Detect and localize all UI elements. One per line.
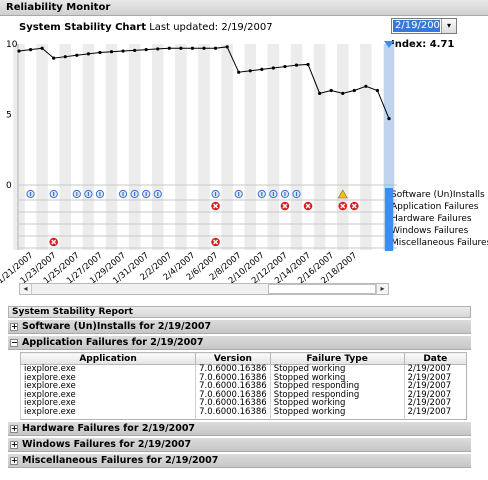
cell-application: iexplore.exe (19, 408, 196, 420)
data-point (341, 91, 345, 95)
chart-title: System Stability Chart (19, 22, 147, 33)
data-point (375, 88, 380, 93)
application-failures-table: Application Version Failure Type Date ie… (19, 352, 468, 420)
row-label: Windows Failures (391, 226, 469, 236)
data-point (52, 56, 56, 60)
data-point (260, 67, 264, 71)
data-point (352, 88, 356, 93)
data-point (283, 64, 287, 69)
section-misc[interactable]: + Miscellaneous Failures for 2/19/2007 (8, 453, 471, 468)
data-point (179, 46, 183, 50)
stability-report: System Stability Report + Software (Un)In… (8, 306, 471, 480)
section-software[interactable]: + Software (Un)Installs for 2/19/2007 (8, 320, 471, 334)
section-label: Software (Un)Installs for 2/19/2007 (22, 321, 212, 332)
data-point (306, 62, 310, 67)
data-point (40, 46, 44, 50)
data-point (213, 46, 218, 50)
expand-icon[interactable]: + (10, 456, 18, 465)
day-stripe (13, 44, 25, 250)
chart-scrollbar[interactable]: ◂ ▸ (19, 283, 389, 295)
row-label: Miscellaneous Failures (391, 238, 488, 248)
last-updated: Last updated: 2/19/2007 (149, 22, 273, 33)
section-windows[interactable]: + Windows Failures for 2/19/2007 (8, 437, 471, 452)
data-point (329, 88, 333, 93)
day-stripe (267, 44, 280, 250)
data-point (237, 70, 241, 74)
date-dropdown-value: 2/19/2007 (393, 20, 447, 32)
collapse-icon[interactable]: − (10, 339, 18, 347)
cell-version: 7.0.6000.16386 (195, 408, 271, 420)
data-point (190, 46, 195, 50)
report-title: System Stability Report (8, 306, 471, 318)
y-tick-label: 5 (6, 111, 12, 121)
data-point (318, 91, 322, 95)
data-point (144, 48, 148, 52)
day-stripe (313, 44, 326, 250)
scroll-right-icon[interactable]: ▸ (376, 284, 388, 294)
cell-date: 2/19/2007 (403, 408, 467, 420)
chart-heading: System Stability Chart Last updated: 2/1… (19, 22, 273, 33)
day-stripe (82, 44, 95, 250)
data-point (202, 46, 206, 50)
data-point (121, 49, 125, 53)
day-stripe (244, 44, 257, 250)
stability-chart[interactable]: 10 5 0 Software (Un)Installs Application Fai… (0, 34, 488, 286)
column-header[interactable]: Date (403, 352, 468, 365)
day-stripe (290, 44, 303, 250)
data-point (75, 53, 79, 57)
expand-icon[interactable]: + (10, 323, 18, 331)
window-title: Reliability Monitor (0, 0, 488, 16)
section-label: Application Failures for 2/19/2007 (22, 337, 204, 348)
data-point (271, 66, 275, 70)
row-label: Hardware Failures (391, 214, 472, 224)
day-stripe (151, 44, 164, 250)
y-tick-label: 0 (6, 181, 12, 191)
day-stripe (198, 44, 210, 250)
chevron-down-icon[interactable]: ▾ (441, 19, 456, 33)
data-point (167, 46, 171, 50)
day-stripe (105, 44, 118, 250)
day-stripe (336, 44, 349, 250)
data-point (133, 48, 137, 52)
data-point (248, 69, 252, 73)
row-label: Application Failures (391, 202, 479, 212)
data-point (364, 84, 368, 88)
table-row[interactable]: iexplore.exe 7.0.6000.16386 Stopped work… (19, 408, 467, 420)
section-label: Windows Failures for 2/19/2007 (22, 438, 192, 450)
column-header[interactable]: Application (19, 352, 197, 365)
column-header[interactable]: Failure Type (269, 352, 405, 365)
data-point (225, 45, 229, 49)
section-application[interactable]: − Application Failures for 2/19/2007 (8, 336, 471, 350)
day-stripe (221, 44, 233, 250)
expand-icon[interactable]: + (10, 440, 18, 449)
day-stripe (36, 44, 48, 250)
data-point (63, 55, 67, 59)
date-dropdown[interactable]: 2/19/2007 ▾ (391, 18, 457, 34)
data-point (98, 50, 102, 55)
scroll-left-icon[interactable]: ◂ (20, 284, 32, 294)
data-point (156, 47, 160, 51)
selection-marker (385, 188, 393, 251)
y-tick-label: 10 (6, 40, 18, 50)
data-point (294, 63, 299, 67)
day-stripe (360, 44, 372, 250)
scroll-thumb[interactable] (268, 284, 376, 294)
data-point (28, 48, 33, 52)
expand-icon[interactable]: + (10, 424, 18, 433)
cell-failure-type: Stopped working (269, 408, 405, 420)
data-point (86, 52, 90, 56)
data-point (17, 49, 21, 53)
column-header[interactable]: Version (195, 352, 271, 365)
section-label: Miscellaneous Failures for 2/19/2007 (22, 454, 219, 466)
day-stripe (175, 44, 187, 250)
day-stripe (128, 44, 141, 250)
data-point (109, 50, 114, 54)
section-hardware[interactable]: + Hardware Failures for 2/19/2007 (8, 421, 471, 436)
section-label: Hardware Failures for 2/19/2007 (22, 422, 196, 434)
data-point (387, 116, 391, 121)
day-stripe (59, 44, 72, 250)
row-label: Software (Un)Installs (391, 190, 485, 200)
